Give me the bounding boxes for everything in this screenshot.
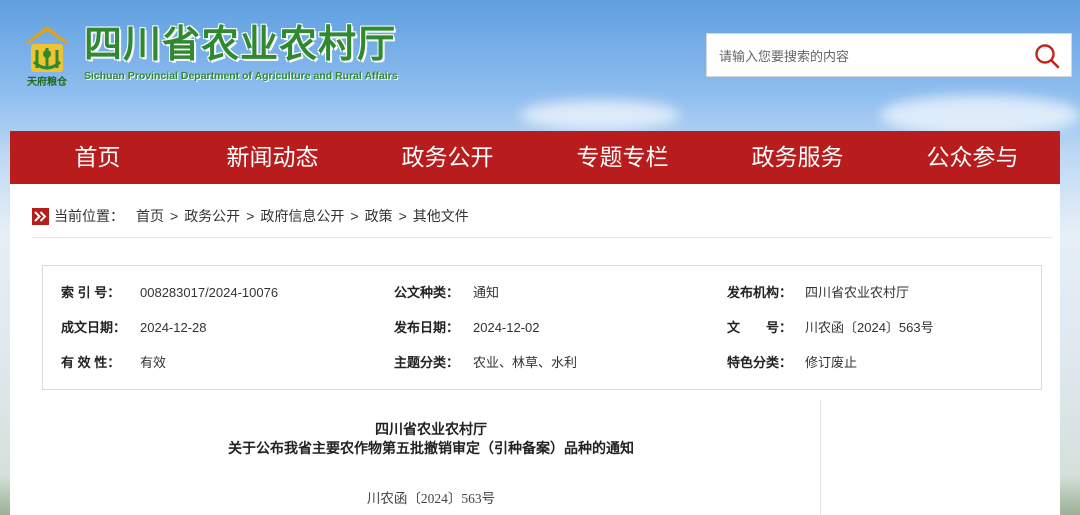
feature-label: 特色分类： bbox=[727, 355, 793, 370]
created-date-value: 2024-12-28 bbox=[140, 320, 207, 335]
search-icon bbox=[1035, 44, 1060, 69]
breadcrumb-separator: > bbox=[398, 208, 407, 224]
site-title[interactable]: 四川省农业农村厅 bbox=[84, 22, 396, 66]
emblem-text: 天府粮仓 bbox=[27, 75, 68, 88]
breadcrumb: 当前位置： 首页 > 政务公开 > 政府信息公开 > 政策 > 其他文件 bbox=[32, 206, 469, 226]
breadcrumb-gov-info[interactable]: 政府信息公开 bbox=[260, 206, 344, 226]
breadcrumb-separator: > bbox=[350, 208, 359, 224]
nav-item-home[interactable]: 首页 bbox=[10, 131, 185, 184]
breadcrumb-home[interactable]: 首页 bbox=[136, 206, 164, 226]
breadcrumb-other-docs[interactable]: 其他文件 bbox=[413, 206, 469, 226]
nav-item-gov-affairs[interactable]: 政务公开 bbox=[360, 131, 535, 184]
validity-label: 有 效 性： bbox=[61, 355, 121, 370]
breadcrumb-policy[interactable]: 政策 bbox=[365, 206, 393, 226]
index-no-label: 索 引 号： bbox=[61, 285, 121, 300]
double-chevron-right-icon bbox=[32, 207, 49, 225]
breadcrumb-separator: > bbox=[170, 208, 179, 224]
breadcrumb-gov-affairs[interactable]: 政务公开 bbox=[184, 206, 240, 226]
published-date-label: 发布日期： bbox=[394, 320, 460, 335]
main-nav: 首页 新闻动态 政务公开 专题专栏 政务服务 公众参与 bbox=[10, 131, 1060, 184]
topic-label: 主题分类： bbox=[394, 355, 460, 370]
feature-value: 修订废止 bbox=[805, 355, 858, 370]
search-input[interactable] bbox=[719, 45, 1019, 67]
document-number: 川农函〔2024〕563号 bbox=[366, 491, 496, 506]
issuer-label: 发布机构： bbox=[727, 285, 793, 300]
published-date-value: 2024-12-02 bbox=[473, 320, 540, 335]
document-info-table: 索 引 号： 008283017/2024-10076 公文种类： 通知 发布机… bbox=[42, 265, 1042, 390]
nav-item-gov-services[interactable]: 政务服务 bbox=[710, 131, 885, 184]
document-title-issuer: 四川省农业农村厅 bbox=[375, 421, 487, 437]
nav-item-news[interactable]: 新闻动态 bbox=[185, 131, 360, 184]
breadcrumb-divider bbox=[32, 237, 1052, 238]
doc-type-label: 公文种类： bbox=[394, 285, 460, 300]
search-button[interactable] bbox=[1033, 42, 1061, 70]
site-subtitle: Sichuan Provincial Department of Agricul… bbox=[84, 70, 398, 82]
breadcrumb-label: 当前位置： bbox=[54, 208, 124, 224]
emblem-roof-shape bbox=[24, 26, 70, 44]
issuer-value: 四川省农业农村厅 bbox=[805, 285, 910, 300]
validity-value: 有效 bbox=[140, 355, 167, 370]
site-header: 天府粮仓 四川省农业农村厅 Sichuan Provincial Departm… bbox=[0, 0, 1080, 130]
document-title: 关于公布我省主要农作物第五批撤销审定（引种备案）品种的通知 bbox=[228, 440, 634, 456]
nav-item-public-participation[interactable]: 公众参与 bbox=[885, 131, 1060, 184]
doc-no-value: 川农函〔2024〕563号 bbox=[805, 320, 934, 335]
breadcrumb-separator: > bbox=[246, 208, 255, 224]
doc-type-value: 通知 bbox=[473, 285, 500, 300]
logo-emblem[interactable]: 天府粮仓 bbox=[20, 22, 74, 88]
nav-item-special-topics[interactable]: 专题专栏 bbox=[535, 131, 710, 184]
content-sidebar-divider bbox=[820, 400, 821, 515]
doc-no-label: 文 号： bbox=[727, 320, 793, 335]
index-no-value: 008283017/2024-10076 bbox=[140, 285, 279, 300]
search-box bbox=[706, 33, 1072, 77]
topic-value: 农业、林草、水利 bbox=[473, 355, 578, 370]
created-date-label: 成文日期： bbox=[61, 320, 127, 335]
main-panel: 当前位置： 首页 > 政务公开 > 政府信息公开 > 政策 > 其他文件 索 引… bbox=[10, 184, 1060, 515]
